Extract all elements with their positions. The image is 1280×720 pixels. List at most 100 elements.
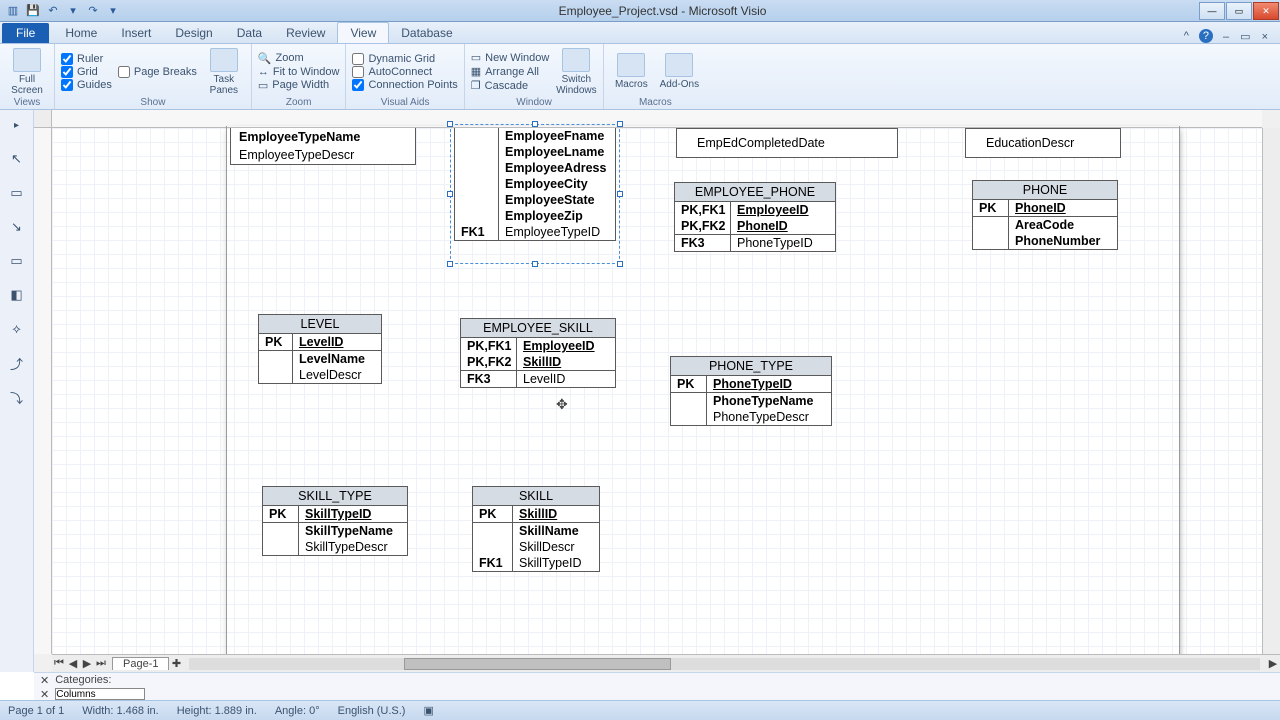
tab-insert[interactable]: Insert bbox=[109, 23, 163, 43]
full-screen-button[interactable]: Full Screen bbox=[6, 46, 48, 97]
page-last-button[interactable]: ⏭ bbox=[94, 657, 108, 670]
help-icon[interactable]: ? bbox=[1199, 29, 1213, 43]
ribbon-minimize-icon[interactable]: ^ bbox=[1184, 30, 1189, 42]
child-tool-icon[interactable]: ⤵ bbox=[6, 386, 28, 408]
workspace: ▸ ↖ ▭ ↘ ▭ ◧ ⟡ ⤴ ⤵ bbox=[0, 110, 1280, 672]
group-show: Ruler Grid Guides Page Breaks Task Panes… bbox=[55, 44, 252, 109]
maximize-button[interactable]: ▭ bbox=[1226, 2, 1252, 20]
expand-shapes-icon[interactable]: ▸ bbox=[6, 114, 28, 136]
drawing-area[interactable]: EmployeeTypeName EmployeeTypeDescr EmpEd… bbox=[34, 110, 1280, 672]
entity-employee-type-partial[interactable]: EmployeeTypeName EmployeeTypeDescr bbox=[230, 128, 416, 165]
attr-skilltypeid-pk: SkillTypeID bbox=[299, 506, 407, 522]
qat-dropdown[interactable]: ▾ bbox=[64, 2, 82, 20]
add-page-button[interactable]: ✚ bbox=[169, 657, 183, 670]
canvas[interactable]: EmployeeTypeName EmployeeTypeDescr EmpEd… bbox=[52, 128, 1262, 654]
entity-employee-partial[interactable]: EmployeeFname EmployeeLname EmployeeAdre… bbox=[454, 128, 616, 241]
page-prev-button[interactable]: ◀ bbox=[66, 657, 80, 670]
entity-emped-partial[interactable]: EmpEdCompletedDate bbox=[676, 128, 898, 158]
entity-level[interactable]: LEVEL PKLevelID LevelName LevelDescr bbox=[258, 314, 382, 384]
mdi-controls[interactable]: – ▭ × bbox=[1223, 30, 1272, 43]
minimize-button[interactable]: — bbox=[1199, 2, 1225, 20]
category-tool-icon[interactable]: ◧ bbox=[6, 284, 28, 306]
new-window-button[interactable]: ▭ New Window bbox=[471, 51, 550, 64]
grid-toggle[interactable]: Grid bbox=[61, 66, 112, 78]
hscroll-thumb[interactable] bbox=[404, 658, 672, 670]
attr-empedcompleteddate: EmpEdCompletedDate bbox=[689, 134, 833, 152]
status-page: Page 1 of 1 bbox=[8, 705, 64, 717]
undo-button[interactable]: ↶ bbox=[44, 2, 62, 20]
guides-toggle[interactable]: Guides bbox=[61, 79, 112, 91]
macro-record-icon[interactable]: ▣ bbox=[423, 704, 433, 717]
entity-skill-type[interactable]: SKILL_TYPE PKSkillTypeID SkillTypeName S… bbox=[262, 486, 408, 556]
save-button[interactable]: 💾 bbox=[24, 2, 42, 20]
hscroll-right-button[interactable]: ▶ bbox=[1266, 657, 1280, 670]
vertical-scrollbar[interactable] bbox=[1262, 128, 1280, 654]
addons-button[interactable]: Add-Ons bbox=[658, 46, 700, 97]
tab-home[interactable]: Home bbox=[53, 23, 109, 43]
zoom-button[interactable]: 🔍 Zoom bbox=[258, 52, 340, 65]
connector-tool-icon[interactable]: ↘ bbox=[6, 216, 28, 238]
autoconnect-toggle[interactable]: AutoConnect bbox=[352, 66, 457, 78]
attr-skillid-pk: SkillID bbox=[513, 506, 599, 522]
attr-phonetypeid-pk: PhoneTypeID bbox=[707, 376, 831, 392]
qat-customize[interactable]: ▾ bbox=[104, 2, 122, 20]
attr-employeecity: EmployeeCity bbox=[499, 176, 615, 192]
attr-phoneid-pk: PhoneID bbox=[1009, 200, 1117, 216]
task-panes-icon bbox=[210, 48, 238, 72]
page-next-button[interactable]: ▶ bbox=[80, 657, 94, 670]
cascade-button[interactable]: ❐ Cascade bbox=[471, 79, 550, 92]
switch-windows-icon bbox=[562, 48, 590, 72]
close-button[interactable]: ✕ bbox=[1253, 2, 1279, 20]
attr-es-skillid: SkillID bbox=[517, 354, 615, 370]
columns-input[interactable] bbox=[55, 688, 145, 700]
switch-windows-button[interactable]: Switch Windows bbox=[555, 46, 597, 97]
ruler-toggle[interactable]: Ruler bbox=[61, 53, 112, 65]
entity-employee-skill[interactable]: EMPLOYEE_SKILL PK,FK1EmployeeID PK,FK2Sk… bbox=[460, 318, 616, 388]
view-tool-icon[interactable]: ▭ bbox=[6, 250, 28, 272]
attr-employeetypeid: EmployeeTypeID bbox=[499, 224, 615, 240]
redo-button[interactable]: ↷ bbox=[84, 2, 102, 20]
entity-employee-phone[interactable]: EMPLOYEE_PHONE PK,FK1EmployeeID PK,FK2Ph… bbox=[674, 182, 836, 252]
tab-data[interactable]: Data bbox=[225, 23, 274, 43]
dynamic-grid-toggle[interactable]: Dynamic Grid bbox=[352, 53, 457, 65]
parent-tool-icon[interactable]: ⤴ bbox=[6, 352, 28, 374]
panel-close-icon[interactable]: ✕ bbox=[40, 674, 49, 687]
macros-button[interactable]: Macros bbox=[610, 46, 652, 97]
page-breaks-toggle[interactable]: Page Breaks bbox=[118, 66, 197, 78]
key-fk1: FK1 bbox=[455, 224, 499, 240]
attr-phonenumber: PhoneNumber bbox=[1009, 233, 1117, 249]
fit-window-button[interactable]: ↔ Fit to Window bbox=[258, 66, 340, 78]
entity-skill[interactable]: SKILL PKSkillID SkillName SkillDescr FK1… bbox=[472, 486, 600, 572]
status-height: Height: 1.889 in. bbox=[177, 705, 257, 717]
entity-education-partial[interactable]: EducationDescr bbox=[965, 128, 1121, 158]
status-language[interactable]: English (U.S.) bbox=[338, 705, 406, 717]
file-tab[interactable]: File bbox=[2, 23, 49, 43]
tab-review[interactable]: Review bbox=[274, 23, 337, 43]
panel-close-icon-2[interactable]: ✕ bbox=[40, 688, 49, 701]
ribbon: Full Screen Views Ruler Grid Guides Page… bbox=[0, 44, 1280, 110]
relation-tool-icon[interactable]: ⟡ bbox=[6, 318, 28, 340]
shapes-pane-collapsed[interactable]: ▸ ↖ ▭ ↘ ▭ ◧ ⟡ ⤴ ⤵ bbox=[0, 110, 34, 672]
page-tab-1[interactable]: Page-1 bbox=[112, 657, 169, 670]
status-bar: Page 1 of 1 Width: 1.468 in. Height: 1.8… bbox=[0, 700, 1280, 720]
entity-phone[interactable]: PHONE PKPhoneID AreaCode PhoneNumber bbox=[972, 180, 1118, 250]
attr-employeetypedescr: EmployeeTypeDescr bbox=[231, 146, 415, 164]
tab-design[interactable]: Design bbox=[163, 23, 224, 43]
page-first-button[interactable]: ⏮ bbox=[52, 657, 66, 670]
entity-phone-type[interactable]: PHONE_TYPE PKPhoneTypeID PhoneTypeName P… bbox=[670, 356, 832, 426]
horizontal-scrollbar[interactable] bbox=[189, 658, 1260, 670]
attr-employeefname: EmployeeFname bbox=[499, 128, 615, 144]
tab-database[interactable]: Database bbox=[389, 23, 464, 43]
entity-tool-icon[interactable]: ▭ bbox=[6, 182, 28, 204]
arrange-all-button[interactable]: ▦ Arrange All bbox=[471, 65, 550, 78]
attr-employeeadress: EmployeeAdress bbox=[499, 160, 615, 176]
pointer-tool-icon[interactable]: ↖ bbox=[6, 148, 28, 170]
tab-view[interactable]: View bbox=[337, 22, 389, 43]
group-views: Full Screen Views bbox=[0, 44, 55, 109]
page-width-button[interactable]: ▭ Page Width bbox=[258, 79, 340, 92]
properties-panel[interactable]: ✕Categories: ✕ bbox=[34, 672, 1280, 700]
connection-points-toggle[interactable]: Connection Points bbox=[352, 79, 457, 91]
task-panes-button[interactable]: Task Panes bbox=[203, 46, 245, 97]
window-controls: — ▭ ✕ bbox=[1199, 1, 1280, 20]
attr-employeestate: EmployeeState bbox=[499, 192, 615, 208]
